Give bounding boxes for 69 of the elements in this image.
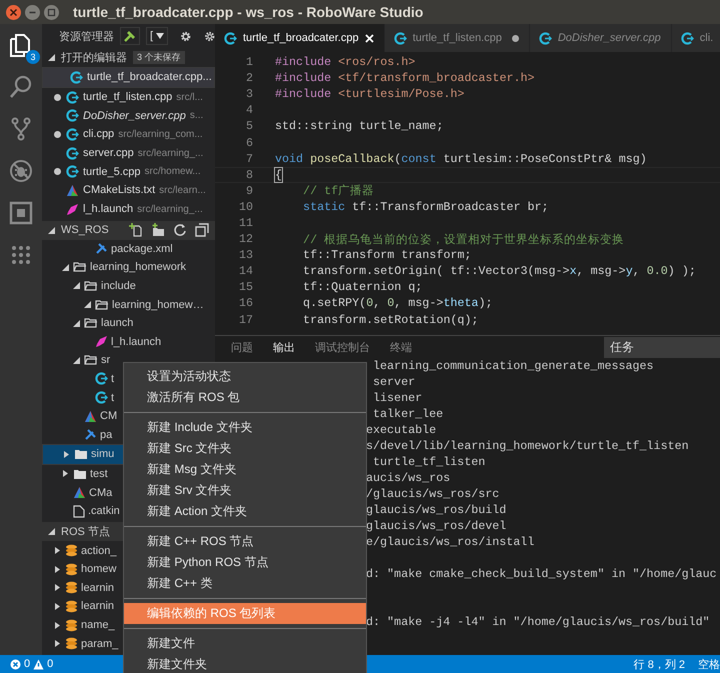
line-number: 1 [244, 55, 253, 70]
line-number: 4 [244, 103, 253, 118]
line-number: 13 [238, 248, 253, 262]
file-name: CMakeLists.txt [83, 184, 156, 196]
output-line: executable [366, 423, 436, 437]
code-line: { [275, 168, 282, 182]
file-name: DoDisher_server.cpp [83, 110, 186, 122]
output-line: turtle_tf_listen [372, 455, 486, 469]
line-number: 12 [238, 232, 253, 246]
code-line: std::string turtle_name; [275, 119, 444, 134]
file-name: cli.cpp [83, 128, 114, 140]
code-line: tf::Quaternion q; [302, 280, 422, 294]
file-name: turtle_5.cpp [83, 166, 140, 178]
line-number: 8 [244, 168, 253, 182]
file-path: src/learn... [159, 184, 206, 196]
code-line: #include <turtlesim/Pose.h> [275, 87, 464, 102]
code-line: // 根据乌龟当前的位姿，设置相对于世界坐标系的坐标变换 [302, 232, 624, 247]
output-line: server [372, 375, 416, 389]
file-name: server.cpp [83, 147, 134, 160]
code-line: void poseCallback(const turtlesim::PoseConstPtr& msg) [275, 152, 647, 166]
line-number: 3 [244, 87, 253, 102]
unsaved-badge: 3 个未保存 [133, 51, 185, 64]
warning-count: 0 [47, 658, 54, 670]
output-line: e/glaucis/ws_ros/install [366, 535, 534, 549]
file-path: src/learning_... [137, 204, 203, 215]
section-title: WS_ROS [61, 224, 109, 236]
file-name: turtle_tf_listen.cpp [83, 91, 172, 104]
line-number: 14 [238, 264, 253, 278]
error-count: 0 [24, 658, 30, 670]
code-line: transform.setRotation(q); [302, 312, 478, 327]
line-number: 15 [238, 280, 253, 294]
output-line: /glaucis/ws_ros/src [366, 487, 500, 501]
line-number: 11 [238, 216, 253, 230]
output-line: s/devel/lib/learning_homework/turtle_tf_listen [366, 439, 689, 453]
code-line: // tf广播器 [302, 183, 374, 198]
code-line: transform.setOrigin( tf::Vector3(msg->x, msg->y, 0.0) ); [302, 264, 696, 278]
output-line: talker_lee [372, 407, 444, 421]
code-line: #include <tf/transform_broadcaster.h> [275, 71, 535, 86]
code-line: #include <ros/ros.h> [275, 55, 416, 70]
file-path: src/learning_... [138, 148, 204, 159]
file-path: src/learning_com... [118, 128, 203, 140]
output-line: glaucis/ws_ros/devel [366, 519, 506, 533]
file-name: turtle_tf_broadcater.cpp... [87, 71, 212, 84]
output-line: lisener [372, 391, 422, 405]
file-path: src/homew... [144, 166, 201, 178]
count-badge: 3 [26, 50, 40, 64]
file-name: l_h.launch [83, 203, 134, 216]
file-path: s... [190, 110, 204, 122]
line-number: 6 [244, 136, 253, 150]
explorer-title: 资源管理器 [59, 30, 114, 44]
line-number: 9 [244, 184, 253, 198]
code-line: tf::Transform transform; [302, 248, 472, 262]
line-number: 10 [238, 200, 253, 214]
line-number: 7 [244, 152, 253, 166]
code-line: q.setRPY(0, 0, msg->theta); [302, 296, 492, 310]
code-line: static tf::TransformBroadcaster br; [302, 200, 549, 214]
line-number: 17 [238, 312, 253, 327]
section-title: 打开的编辑器 [61, 51, 127, 65]
line-number: 16 [238, 296, 253, 310]
line-number: 2 [244, 71, 253, 86]
section-title: ROS 节点 [61, 524, 110, 540]
output-line: learning_communication_generate_messages [372, 359, 654, 373]
line-number: 5 [244, 119, 253, 134]
output-line: aucis/ws_ros [366, 471, 450, 485]
output-line: d: "make -j4 -l4" in "/home/glaucis/ws_ros/build" [366, 615, 710, 629]
file-path: src/l... [176, 92, 203, 103]
output-line: glaucis/ws_ros/build [366, 503, 506, 517]
output-line: d: "make cmake_check_build_system" in "/home/glauc [366, 567, 717, 581]
window-title: turtle_tf_broadcater.cpp - ws_ros - RoboWare Studio [73, 4, 424, 20]
